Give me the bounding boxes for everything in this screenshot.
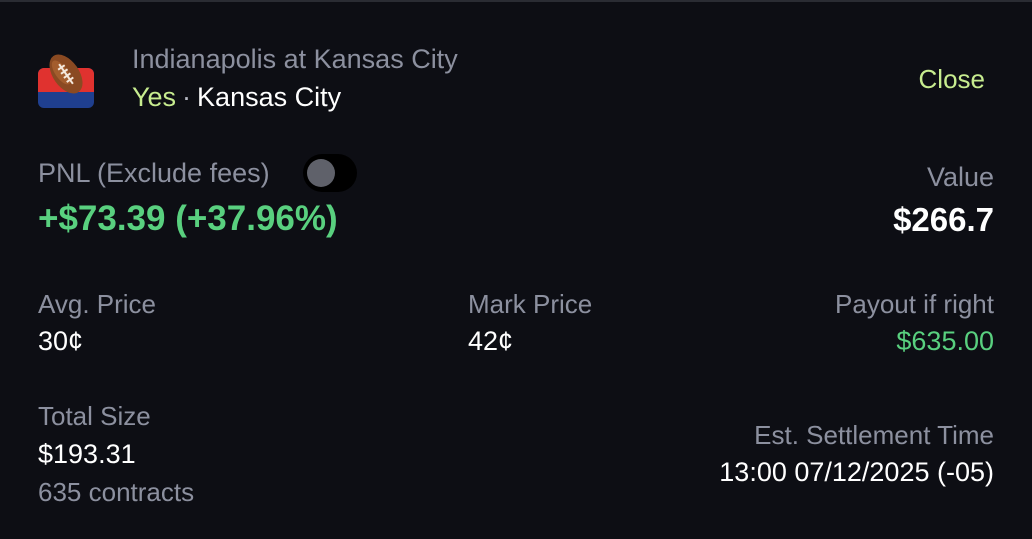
team-label: Kansas City xyxy=(197,82,342,112)
mark-price-value: 42¢ xyxy=(468,326,514,356)
separator: · xyxy=(182,82,192,112)
settlement-label: Est. Settlement Time xyxy=(754,420,994,450)
payout-label: Payout if right xyxy=(835,289,994,319)
mark-price-label: Mark Price xyxy=(468,289,593,319)
total-size-value: $193.31 xyxy=(38,439,136,469)
value-label: Value xyxy=(926,162,994,192)
toggle-knob xyxy=(307,159,335,187)
payout-value: $635.00 xyxy=(896,326,994,356)
position-outcome: Yes · Kansas City xyxy=(132,82,341,113)
pnl-value: +$73.39 (+37.96%) xyxy=(38,199,338,238)
value-amount: $266.7 xyxy=(893,201,994,238)
total-size-label: Total Size xyxy=(38,401,151,431)
avg-price-label: Avg. Price xyxy=(38,289,157,319)
market-title: Indianapolis at Kansas City xyxy=(132,44,458,74)
exclude-fees-toggle[interactable] xyxy=(303,154,357,192)
settlement-time: 13:00 07/12/2025 (-05) xyxy=(719,457,994,487)
pnl-label: PNL (Exclude fees) xyxy=(38,158,270,188)
position-card: Indianapolis at Kansas City Yes · Kansas C… xyxy=(0,0,1032,539)
avg-price-value: 30¢ xyxy=(38,326,84,356)
football-icon xyxy=(38,50,94,108)
close-button[interactable]: Close xyxy=(919,64,985,95)
side-label: Yes xyxy=(132,82,177,112)
contracts-count: 635 contracts xyxy=(38,477,195,507)
